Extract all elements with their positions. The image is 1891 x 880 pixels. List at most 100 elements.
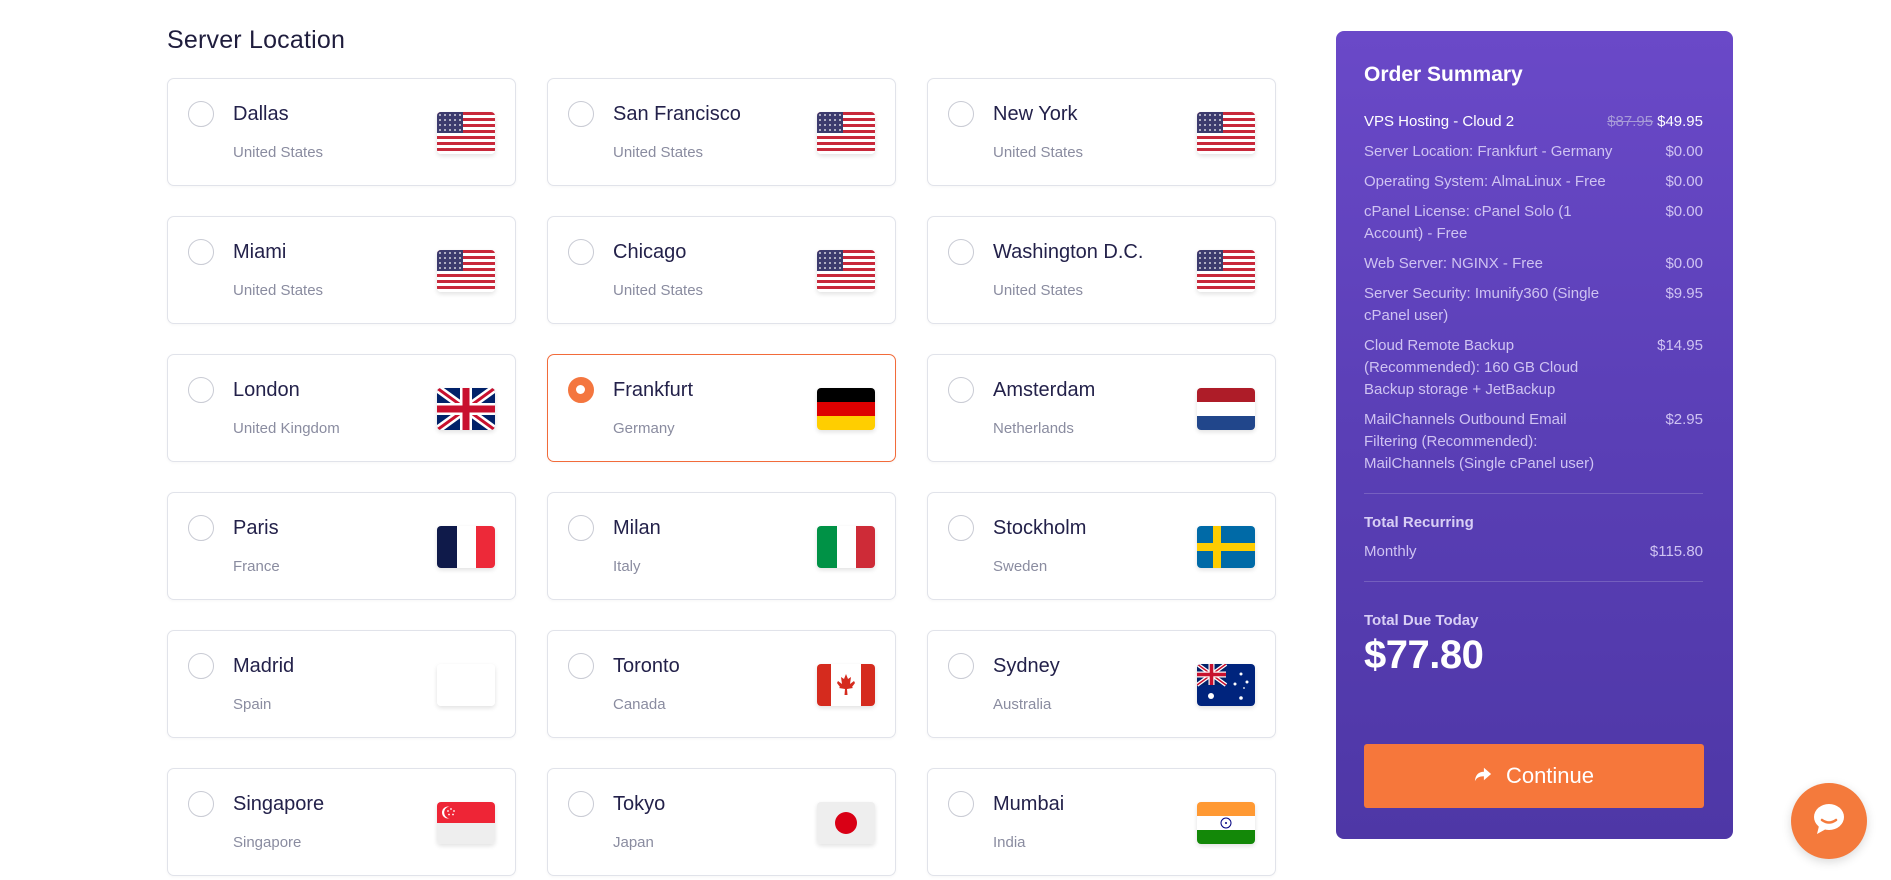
- location-card-dallas[interactable]: Dallas United States: [167, 78, 516, 186]
- italy-flag: [817, 526, 875, 568]
- recurring-period: Monthly: [1364, 543, 1417, 560]
- location-city: Stockholm: [993, 517, 1087, 539]
- location-card-stockholm[interactable]: Stockholm Sweden: [927, 492, 1276, 600]
- location-radio[interactable]: [948, 239, 974, 265]
- location-city: San Francisco: [613, 103, 741, 125]
- canada-flag: [817, 664, 875, 706]
- location-card-frankfurt[interactable]: Frankfurt Germany: [547, 354, 896, 462]
- product-old-price: $87.95: [1607, 113, 1654, 130]
- location-country: Singapore: [233, 834, 302, 851]
- chat-bubble-icon: [1809, 799, 1849, 844]
- location-city: Toronto: [613, 655, 680, 677]
- due-today-label: Total Due Today: [1364, 612, 1479, 629]
- location-city: Tokyo: [613, 793, 666, 815]
- australia-flag: [1197, 664, 1255, 706]
- location-card-london[interactable]: London United Kingdom: [167, 354, 516, 462]
- location-city: Chicago: [613, 241, 687, 263]
- us-flag: [437, 112, 495, 154]
- summary-divider: [1364, 493, 1703, 494]
- location-radio[interactable]: [188, 377, 214, 403]
- location-country: Australia: [993, 696, 1052, 713]
- location-card-toronto[interactable]: Toronto Canada: [547, 630, 896, 738]
- us-flag: [1197, 250, 1255, 292]
- location-radio[interactable]: [568, 791, 594, 817]
- location-city: Dallas: [233, 103, 289, 125]
- summary-line-item: Server Location: Frankfurt - Germany $0.0…: [1364, 141, 1703, 163]
- summary-item-label: MailChannels Outbound Email Filtering (R…: [1364, 411, 1595, 472]
- location-radio[interactable]: [948, 653, 974, 679]
- arrow-forward-icon: [1474, 763, 1492, 789]
- india-flag: [1197, 802, 1255, 844]
- location-country: United States: [233, 144, 324, 161]
- location-card-san-francisco[interactable]: San Francisco United States: [547, 78, 896, 186]
- summary-line-item: cPanel License: cPanel Solo (1 Account) …: [1364, 201, 1703, 245]
- us-flag: [437, 250, 495, 292]
- location-radio[interactable]: [568, 515, 594, 541]
- summary-line-item: Server Security: Imunify360 (Single cPan…: [1364, 283, 1703, 327]
- us-flag: [1197, 112, 1255, 154]
- location-country: Italy: [613, 558, 641, 575]
- summary-item-amount: $0.00: [1665, 255, 1703, 272]
- location-city: Miami: [233, 241, 287, 263]
- order-summary-title: Order Summary: [1364, 63, 1523, 86]
- summary-item-label: Web Server: NGINX - Free: [1364, 255, 1543, 272]
- location-radio[interactable]: [568, 377, 594, 403]
- summary-line-item: Web Server: NGINX - Free $0.00: [1364, 253, 1703, 275]
- location-card-singapore[interactable]: Singapore Singapore: [167, 768, 516, 876]
- location-radio[interactable]: [568, 653, 594, 679]
- location-country: Germany: [613, 420, 675, 437]
- france-flag: [437, 526, 495, 568]
- location-card-mumbai[interactable]: Mumbai India: [927, 768, 1276, 876]
- location-card-chicago[interactable]: Chicago United States: [547, 216, 896, 324]
- location-radio[interactable]: [188, 515, 214, 541]
- continue-button[interactable]: Continue: [1364, 744, 1704, 808]
- location-city: Amsterdam: [993, 379, 1096, 401]
- recurring-line: Monthly $115.80: [1364, 541, 1703, 563]
- summary-line-item: MailChannels Outbound Email Filtering (R…: [1364, 409, 1703, 475]
- due-today-amount: $77.80: [1364, 633, 1484, 677]
- location-card-new-york[interactable]: New York United States: [927, 78, 1276, 186]
- location-card-miami[interactable]: Miami United States: [167, 216, 516, 324]
- location-card-paris[interactable]: Paris France: [167, 492, 516, 600]
- sweden-flag: [1197, 526, 1255, 568]
- location-radio[interactable]: [188, 653, 214, 679]
- location-country: United States: [233, 282, 324, 299]
- summary-item-amount: $2.95: [1665, 411, 1703, 428]
- japan-flag: [817, 802, 875, 844]
- location-radio[interactable]: [948, 101, 974, 127]
- location-card-tokyo[interactable]: Tokyo Japan: [547, 768, 896, 876]
- summary-item-label: Cloud Remote Backup (Recommended): 160 G…: [1364, 337, 1579, 398]
- summary-item-label: cPanel License: cPanel Solo (1 Account) …: [1364, 203, 1572, 242]
- location-country: India: [993, 834, 1026, 851]
- location-country: United States: [613, 282, 704, 299]
- location-card-sydney[interactable]: Sydney Australia: [927, 630, 1276, 738]
- order-summary: Order Summary VPS Hosting - Cloud 2 $87.…: [1336, 31, 1733, 839]
- location-card-madrid[interactable]: Madrid Spain: [167, 630, 516, 738]
- location-country: United States: [993, 144, 1084, 161]
- location-card-milan[interactable]: Milan Italy: [547, 492, 896, 600]
- location-radio[interactable]: [948, 791, 974, 817]
- location-radio[interactable]: [188, 791, 214, 817]
- location-card-amsterdam[interactable]: Amsterdam Netherlands: [927, 354, 1276, 462]
- location-card-washington-d-c[interactable]: Washington D.C. United States: [927, 216, 1276, 324]
- location-radio[interactable]: [948, 515, 974, 541]
- summary-line-item: Operating System: AlmaLinux - Free $0.00: [1364, 171, 1703, 193]
- location-radio[interactable]: [188, 239, 214, 265]
- summary-item-amount: $0.00: [1665, 203, 1703, 220]
- location-country: Sweden: [993, 558, 1048, 575]
- location-city: Singapore: [233, 793, 325, 815]
- netherlands-flag: [1197, 388, 1255, 430]
- summary-divider: [1364, 581, 1703, 582]
- location-radio[interactable]: [188, 101, 214, 127]
- location-radio[interactable]: [948, 377, 974, 403]
- location-radio[interactable]: [568, 239, 594, 265]
- location-country: Netherlands: [993, 420, 1074, 437]
- recurring-title: Total Recurring: [1364, 514, 1474, 531]
- uk-flag: [437, 388, 495, 430]
- location-radio[interactable]: [568, 101, 594, 127]
- location-grid: Dallas United States San Francisco United S…: [167, 78, 1276, 876]
- chat-button[interactable]: [1791, 783, 1867, 859]
- us-flag: [817, 112, 875, 154]
- summary-line-item: Cloud Remote Backup (Recommended): 160 G…: [1364, 335, 1703, 401]
- location-city: New York: [993, 103, 1078, 125]
